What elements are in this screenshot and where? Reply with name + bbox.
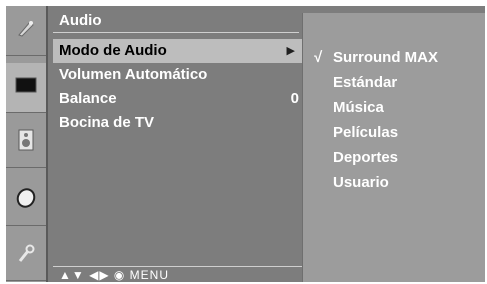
audio-mode-submenu: √ Surround MAX Estándar Música Películas… [302, 13, 485, 282]
submenu-item-musica[interactable]: Música [303, 95, 485, 120]
submenu-item-label: Usuario [333, 174, 389, 191]
submenu-item-usuario[interactable]: Usuario [303, 170, 485, 195]
audio-menu-list: Modo de Audio ▶ Volumen Automático Balan… [53, 39, 303, 135]
submenu-item-surround-max[interactable]: √ Surround MAX [303, 45, 485, 70]
side-item-time[interactable] [6, 176, 46, 226]
osd-menu: Audio Modo de Audio ▶ Volumen Automático… [6, 6, 485, 282]
side-item-option[interactable] [6, 231, 46, 281]
submenu-item-label: Surround MAX [333, 49, 438, 66]
menu-item-bocina-de-tv[interactable]: Bocina de TV [53, 111, 303, 135]
speaker-icon [18, 129, 34, 156]
menu-title: Audio [53, 9, 299, 33]
side-item-screen[interactable] [6, 63, 46, 113]
submenu-item-label: Deportes [333, 149, 399, 166]
submenu-item-deportes[interactable]: Deportes [303, 145, 485, 170]
submenu-item-estandar[interactable]: Estándar [303, 70, 485, 95]
menu-item-modo-de-audio[interactable]: Modo de Audio ▶ [53, 39, 303, 63]
submenu-item-peliculas[interactable]: Películas [303, 120, 485, 145]
navigation-hint-bar: ▲▼ ◀▶ ◉ MENU [53, 266, 303, 282]
option-icon [15, 242, 37, 269]
menu-item-label: Modo de Audio [59, 42, 167, 59]
menu-item-volumen-automatico[interactable]: Volumen Automático [53, 63, 303, 87]
checkmark-icon: √ [314, 49, 323, 66]
submenu-item-label: Películas [333, 124, 399, 141]
menu-item-balance[interactable]: Balance 0 [53, 87, 303, 111]
side-item-picture[interactable] [6, 6, 46, 56]
submenu-arrow-icon: ▶ [286, 45, 295, 57]
side-category-bar [6, 6, 48, 282]
time-icon [15, 187, 37, 214]
picture-setting-icon [15, 17, 37, 44]
submenu-item-label: Estándar [333, 74, 398, 91]
screen-icon [15, 76, 37, 99]
balance-value: 0 [290, 90, 299, 107]
menu-item-label: Bocina de TV [59, 114, 155, 131]
submenu-item-label: Música [333, 99, 384, 116]
side-item-audio[interactable] [6, 118, 46, 168]
menu-item-label: Volumen Automático [59, 66, 208, 83]
menu-item-label: Balance [59, 90, 117, 107]
